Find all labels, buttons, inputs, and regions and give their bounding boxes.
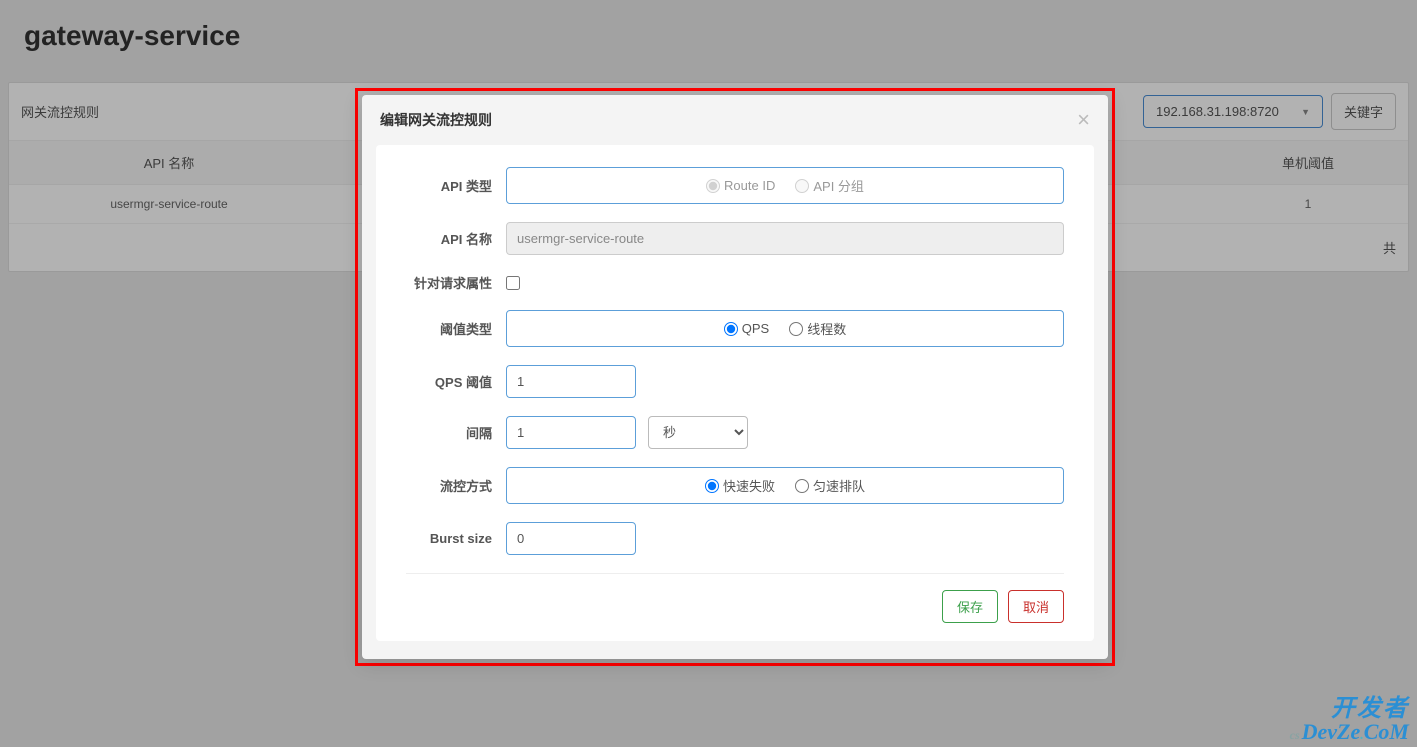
label-api-name: API 名称 bbox=[406, 229, 506, 248]
label-burst-size: Burst size bbox=[406, 531, 506, 546]
label-api-type: API 类型 bbox=[406, 176, 506, 195]
radio-threads-label: 线程数 bbox=[807, 319, 846, 338]
api-name-input bbox=[506, 222, 1064, 255]
cancel-button[interactable]: 取消 bbox=[1008, 590, 1064, 623]
radio-fast-fail[interactable]: 快速失败 bbox=[705, 476, 775, 495]
radio-queue-input[interactable] bbox=[795, 479, 809, 493]
radio-api-group[interactable]: API 分组 bbox=[795, 176, 864, 195]
watermark-line1: 开发者 bbox=[1290, 697, 1409, 721]
radio-fast-fail-input[interactable] bbox=[705, 479, 719, 493]
radio-threads[interactable]: 线程数 bbox=[789, 319, 846, 338]
radio-api-group-label: API 分组 bbox=[813, 176, 864, 195]
radio-api-group-input[interactable] bbox=[795, 179, 809, 193]
modal-title: 编辑网关流控规则 bbox=[380, 110, 492, 130]
threshold-type-radio-group: QPS 线程数 bbox=[506, 310, 1064, 347]
api-type-radio-group: Route ID API 分组 bbox=[506, 167, 1064, 204]
modal-highlight-border: 编辑网关流控规则 × API 类型 Route ID API 分组 bbox=[355, 88, 1115, 666]
watermark-line2: csDevZe.CoM bbox=[1290, 721, 1409, 743]
watermark: 开发者 csDevZe.CoM bbox=[1290, 697, 1409, 743]
label-control-mode: 流控方式 bbox=[406, 476, 506, 495]
label-qps-threshold: QPS 阈值 bbox=[406, 372, 506, 391]
close-icon[interactable]: × bbox=[1077, 109, 1090, 131]
label-interval: 间隔 bbox=[406, 423, 506, 442]
qps-threshold-input[interactable] bbox=[506, 365, 636, 398]
radio-qps-input[interactable] bbox=[724, 322, 738, 336]
request-attr-checkbox[interactable] bbox=[506, 276, 520, 290]
save-button[interactable]: 保存 bbox=[942, 590, 998, 623]
edit-rule-modal: 编辑网关流控规则 × API 类型 Route ID API 分组 bbox=[362, 95, 1108, 659]
interval-input[interactable] bbox=[506, 416, 636, 449]
radio-route-id-input[interactable] bbox=[706, 179, 720, 193]
burst-size-input[interactable] bbox=[506, 522, 636, 555]
radio-qps[interactable]: QPS bbox=[724, 321, 769, 336]
label-request-attr: 针对请求属性 bbox=[406, 273, 506, 292]
radio-fast-fail-label: 快速失败 bbox=[723, 476, 775, 495]
label-threshold-type: 阈值类型 bbox=[406, 319, 506, 338]
radio-queue[interactable]: 匀速排队 bbox=[795, 476, 865, 495]
radio-qps-label: QPS bbox=[742, 321, 769, 336]
control-mode-radio-group: 快速失败 匀速排队 bbox=[506, 467, 1064, 504]
radio-route-id[interactable]: Route ID bbox=[706, 178, 775, 193]
radio-queue-label: 匀速排队 bbox=[813, 476, 865, 495]
radio-route-id-label: Route ID bbox=[724, 178, 775, 193]
radio-threads-input[interactable] bbox=[789, 322, 803, 336]
interval-unit-select[interactable]: 秒 bbox=[648, 416, 748, 449]
